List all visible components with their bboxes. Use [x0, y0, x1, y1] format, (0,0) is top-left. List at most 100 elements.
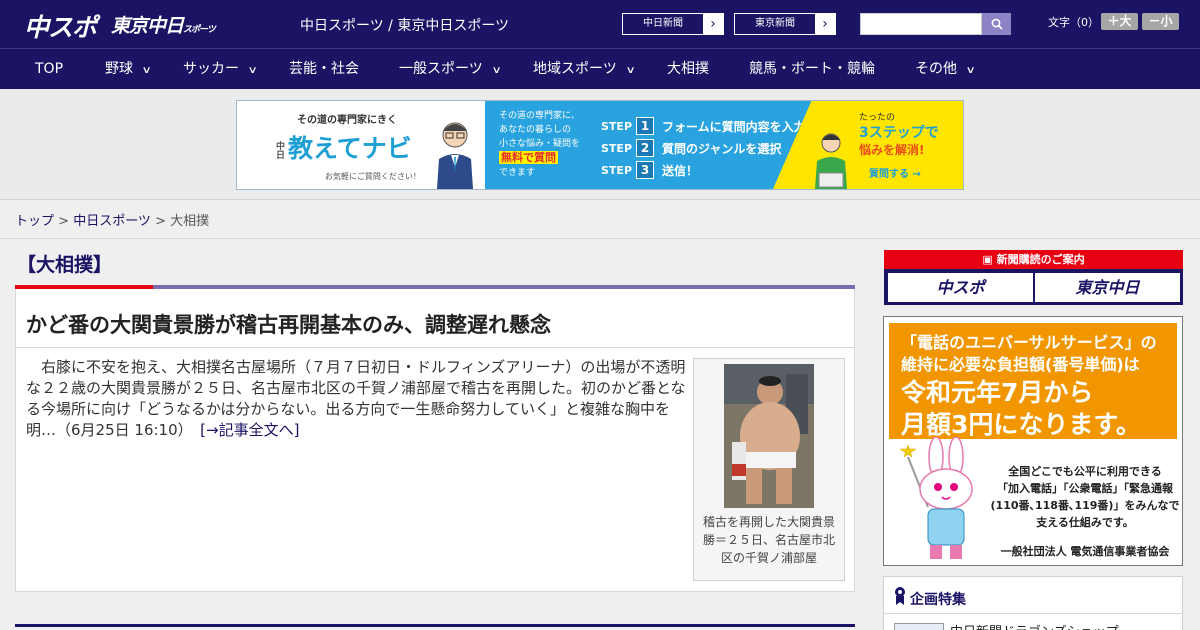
site-names: 中日スポーツ / 東京中日スポーツ [300, 18, 510, 34]
nav-item-soccer[interactable]: サッカー ∨ [183, 49, 258, 89]
chevron-down-icon: ∨ [965, 65, 976, 76]
subscription-box: ▣ 新聞購読のご案内 中スポ 東京中日 [884, 250, 1183, 305]
feature-divider [884, 613, 1182, 614]
font-bigger-button[interactable]: ＋大 [1101, 13, 1138, 30]
section-title: 【大相撲】 [17, 254, 113, 276]
tokyo-logo-text: 東京中日 [111, 15, 184, 37]
oshiete-navi-banner[interactable]: その道の専門家にきく 中日 教えてナビ お気軽にご質問ください！ その道の専門家に… [236, 100, 964, 190]
nav-label: 大相撲 [667, 61, 709, 77]
ad-body-line: 全国どこでも公平に利用できる [1008, 465, 1162, 478]
nav-label: 芸能・社会 [289, 61, 359, 77]
article-photo[interactable] [724, 364, 814, 508]
subscription-heading: ▣ 新聞購読のご案内 [884, 250, 1183, 269]
nav-item-baseball[interactable]: 野球 ∨ [105, 49, 152, 89]
ad-headline-line: 「電話のユニバーサルサービス」の [901, 333, 1157, 352]
nav-label: その他 [915, 61, 957, 77]
feature-item-link[interactable]: 中日新聞ドラゴンズショップ [950, 621, 1119, 630]
feature-title: 企画特集 [910, 592, 966, 608]
nav-label: サッカー [183, 61, 239, 77]
step-number: 1 [636, 117, 655, 135]
font-smaller-button[interactable]: －小 [1142, 13, 1179, 30]
step-number: 3 [636, 161, 655, 179]
main-nav: TOP 野球 ∨ サッカー ∨ 芸能・社会 一般スポーツ ∨ 地域スポーツ ∨ 大相撲 … [0, 48, 1200, 89]
subscribe-chusupo-button[interactable]: 中スポ [888, 273, 1033, 302]
breadcrumb-chunichi-link[interactable]: 中日スポーツ [73, 214, 151, 229]
breadcrumb-separator: > [150, 214, 171, 229]
tokyo-logo-sports: スポーツ [183, 25, 216, 35]
ad-body-line: 支える仕組みです。 [1036, 516, 1134, 529]
chevron-right-icon: › [815, 14, 835, 34]
nav-item-regional-sports[interactable]: 地域スポーツ ∨ [533, 49, 636, 89]
banner-step-2: STEP 2 質問のジャンルを選択 [601, 139, 781, 157]
tokyo-shimbun-link[interactable]: 東京新聞 › [734, 13, 836, 35]
breadcrumb: トップ > 中日スポーツ > 大相撲 [15, 210, 209, 229]
nav-item-entertainment[interactable]: 芸能・社会 [289, 49, 359, 89]
banner-desc-line: 小さな悩み・疑問を [499, 139, 581, 149]
banner-desc-line: その道の専門家に、 [499, 111, 580, 121]
step-number: 2 [636, 139, 655, 157]
chevron-down-icon: ∨ [141, 65, 152, 76]
article-divider [16, 347, 854, 348]
chevron-down-icon: ∨ [625, 65, 636, 76]
breadcrumb-top-link[interactable]: トップ [15, 214, 54, 229]
newspaper-icon: ▣ [982, 253, 997, 266]
article-summary: 右膝に不安を抱え、大相撲名古屋場所（７月７日初日・ドルフィンズアリーナ）の出場が… [26, 358, 686, 439]
chunichi-shimbun-link[interactable]: 中日新聞 › [622, 13, 724, 35]
next-section-bar [15, 624, 855, 627]
step-label: STEP [601, 163, 633, 177]
banner-free-highlight: 無料で質問 [499, 151, 558, 164]
tokyo-chunichi-logo[interactable]: 東京中日スポーツ [111, 11, 216, 38]
user-illustration [815, 133, 847, 189]
search-input[interactable] [860, 13, 982, 35]
search-icon [991, 18, 1003, 30]
banner-ask-button[interactable]: 質問する → [869, 165, 921, 180]
ad-headline-big: 令和元年7月から [901, 378, 1094, 407]
chevron-right-icon: › [703, 14, 723, 34]
ad-body-line: (110番､118番､119番)」をみんなで [990, 499, 1180, 512]
feature-thumbnail[interactable] [894, 623, 944, 630]
subscribe-tokyo-button[interactable]: 東京中日 [1035, 273, 1180, 302]
chevron-down-icon: ∨ [491, 65, 502, 76]
nav-item-sumo[interactable]: 大相撲 [667, 49, 709, 89]
chusupo-logo[interactable]: 中スポ [24, 8, 97, 44]
nav-item-general-sports[interactable]: 一般スポーツ ∨ [399, 49, 502, 89]
banner-title: 中日 教えてナビ [273, 129, 412, 165]
ad-body: 全国どこでも公平に利用できる 「加入電話」「公衆電話」「緊急通報 (110番､1… [990, 463, 1180, 531]
article-title[interactable]: かど番の大関貴景勝が稽古再開基本のみ、調整遅れ懸念 [26, 309, 551, 339]
banner-title-text: 教えてナビ [288, 134, 412, 163]
step-text: 質問のジャンルを選択 [662, 141, 782, 156]
step-text: 送信！ [662, 163, 699, 178]
nav-item-top[interactable]: TOP [35, 49, 63, 89]
breadcrumb-separator: > [54, 214, 74, 229]
read-more-link[interactable]: [→記事全文へ] [200, 421, 299, 439]
step-label: STEP [601, 119, 633, 133]
nav-label: TOP [35, 61, 64, 77]
banner-step-1: STEP 1 フォームに質問内容を入力 [601, 117, 806, 135]
article-card: かど番の大関貴景勝が稽古再開基本のみ、調整遅れ懸念 右膝に不安を抱え、大相撲名古… [15, 289, 855, 592]
rabbit-mascot-icon [899, 437, 973, 559]
nav-item-racing[interactable]: 競馬・ボート・競輪 [749, 49, 875, 89]
sumo-wrestler-photo-icon [724, 364, 814, 508]
photo-caption: 稽古を再開した大関貴景勝＝２５日、名古屋市北区の千賀ノ浦部屋 [702, 515, 835, 565]
feature-box: 企画特集 中日新聞ドラゴンズショップ [883, 576, 1183, 630]
banner-brand-small: 中日 [274, 141, 284, 159]
banner-step-3: STEP 3 送信！ [601, 161, 698, 179]
search-button[interactable] [982, 13, 1011, 35]
universal-service-ad[interactable]: 「電話のユニバーサルサービス」の 維持に必要な負担額(番号単価)は 令和元年7月… [883, 316, 1183, 566]
banner-desc-line: あなたの暮らしの [499, 125, 572, 135]
banner-left: その道の専門家にきく 中日 教えてナビ お気軽にご質問ください！ [237, 101, 485, 189]
ribbon-icon [895, 587, 905, 605]
banner-subtitle: その道の専門家にきく [297, 115, 397, 126]
nav-item-others[interactable]: その他 ∨ [915, 49, 976, 89]
ad-headline-line: 維持に必要な負担額(番号単価)は [901, 355, 1140, 374]
expert-illustration [437, 122, 473, 189]
banner-three-steps: 3ステップで [859, 125, 939, 141]
chunichi-link-label: 中日新聞 [643, 18, 683, 29]
nav-label: 野球 [105, 61, 133, 77]
ad-body-line: 「加入電話」「公衆電話」「緊急通報 [997, 482, 1173, 495]
nav-label: 競馬・ボート・競輪 [749, 61, 875, 77]
chevron-down-icon: ∨ [247, 65, 258, 76]
ad-headline-box: 「電話のユニバーサルサービス」の 維持に必要な負担額(番号単価)は 令和元年7月… [889, 323, 1177, 439]
site-header: 中スポ 東京中日スポーツ 中日スポーツ / 東京中日スポーツ 中日新聞 › 東京… [0, 0, 1200, 48]
tokyo-link-label: 東京新聞 [755, 18, 795, 29]
